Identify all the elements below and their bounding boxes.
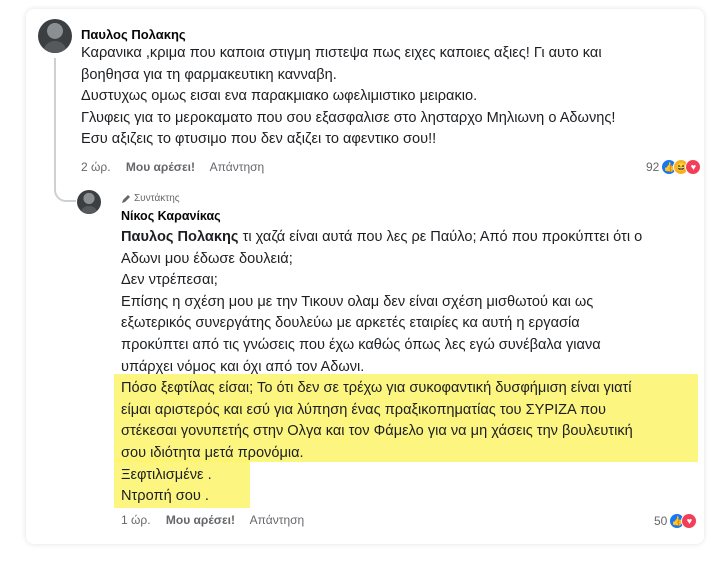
reply-author[interactable]: Νίκος Καρανίκας — [121, 209, 221, 223]
reply-line: Ξεφτιλισμένε . — [121, 466, 212, 483]
reply-line: εξωτερικός συνεργάτης δουλεύω με αρκετές… — [121, 315, 580, 332]
reaction-count: 92 — [646, 160, 660, 174]
love-reaction-icon: ♥ — [681, 513, 698, 529]
comment-text: Καρανικα ,κριμα που καποια στιγμη πιστεψ… — [81, 43, 615, 151]
reply-line: στέκεσαι γονυπετής στην Ολγα και τον Φάμ… — [121, 423, 633, 440]
reply-line: υπάρχει νόμος και όχι από τον Αδωνι. — [121, 358, 365, 375]
reply-like-button[interactable]: Μου αρέσει! — [166, 513, 235, 527]
love-reaction-icon: ♥ — [685, 159, 702, 175]
reaction-summary[interactable]: 92 👍 😆 ♥ — [646, 158, 702, 176]
reply-text: Παυλος Πολακης τι χαζά είναι αυτά που λε… — [121, 227, 642, 508]
author-badge-label: Συντάκτης — [134, 193, 180, 204]
reply-line: σου ιδιότητα μετά προνόμια. — [121, 444, 304, 461]
reply-button[interactable]: Απάντηση — [210, 160, 265, 174]
reply-line: Ντροπή σου . — [121, 488, 209, 505]
comment-line: Δυστυχως ομως εισαι ενα παρακμιακο ωφελι… — [81, 88, 478, 105]
comment-actions: 2 ώρ. Μου αρέσει! Απάντηση — [81, 160, 276, 174]
thread-connector — [54, 58, 76, 202]
like-button[interactable]: Μου αρέσει! — [126, 160, 195, 174]
comment-time[interactable]: 2 ώρ. — [81, 160, 111, 174]
reply-actions: 1 ώρ. Μου αρέσει! Απάντηση — [121, 513, 316, 527]
reply-reaction-count: 50 — [654, 514, 668, 528]
pencil-icon — [122, 194, 130, 203]
reply-reaction-summary[interactable]: 50 👍 ♥ — [654, 512, 698, 530]
comment-line: Καρανικα ,κριμα που καποια στιγμη πιστεψ… — [81, 45, 602, 61]
reply-line: είμαι αριστερός και εσύ για λύπηση ένας … — [121, 401, 606, 418]
reply-line: Δεν ντρέπεσαι; — [121, 272, 218, 289]
reply-line: προκύπτει από τις γνώσεις που έχω καθώς … — [121, 336, 601, 353]
mention-link[interactable]: Παυλος Πολακης — [121, 229, 239, 245]
reply-line: Πόσο ξεφτίλας είσαι; Το ότι δεν σε τρέχω… — [121, 380, 632, 397]
comment-author[interactable]: Παυλος Πολακης — [81, 27, 186, 42]
reply-line: Παυλος Πολακης τι χαζά είναι αυτά που λε… — [121, 227, 642, 249]
avatar[interactable] — [38, 19, 72, 53]
reply-line: Επίσης η σχέση μου με την Τικουν ολαμ δε… — [121, 293, 594, 310]
reply-time[interactable]: 1 ώρ. — [121, 513, 151, 527]
reply-line: Αδωνι μου έδωσε δουλειά; — [121, 250, 293, 267]
author-badge: Συντάκτης — [121, 193, 180, 204]
comment-line: Γλυφεις για το μεροκαματο που σου εξασφα… — [81, 109, 616, 126]
comment-line: Εσυ αξιζεις το φτυσιμο που δεν αξιζει το… — [81, 131, 437, 148]
reply-avatar[interactable] — [77, 190, 101, 214]
comment-line: βοηθησα για τη φαρμακευτικη κανναβη. — [81, 66, 337, 83]
reply-line-text: τι χαζά είναι αυτά που λες ρε Παύλο; Από… — [238, 229, 643, 245]
reply-reply-button[interactable]: Απάντηση — [250, 513, 305, 527]
